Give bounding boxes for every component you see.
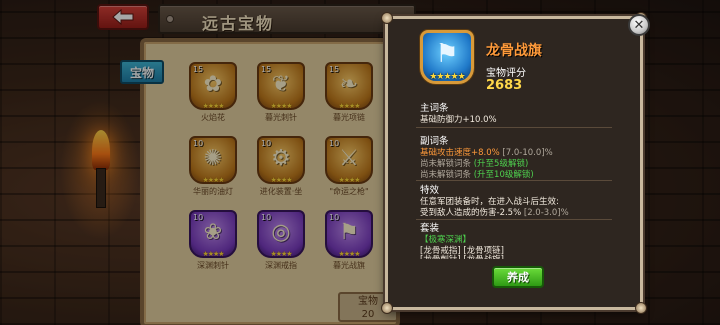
main-attr-heading: 主词条: [420, 103, 449, 114]
corner-rivet-icon: [635, 302, 647, 314]
effect-heading: 特效: [420, 185, 440, 196]
set-pieces-2: [龙骨刺针] [龙骨战旗]: [420, 253, 504, 259]
divider: [416, 219, 612, 220]
divider: [416, 127, 612, 128]
set-heading: 套装: [420, 223, 440, 234]
locked-attr-label: 尚未解锁词条: [420, 170, 472, 180]
corner-rivet-icon: [381, 302, 393, 314]
close-button[interactable]: ✕: [628, 14, 650, 36]
detail-star-rating: ★★★★★: [429, 72, 465, 82]
divider: [416, 180, 612, 181]
corner-rivet-icon: [381, 12, 393, 24]
effect-range: [2.0-3.0]%: [523, 208, 569, 218]
treasure-name: 龙骨战旗: [486, 43, 542, 59]
sub-attr-heading: 副词条: [420, 136, 449, 147]
effect-line-2: 受到敌人造成的伤害-2.5%: [420, 208, 522, 218]
banner-glyph-icon: ⚑: [435, 39, 459, 69]
upgrade-button[interactable]: 养成: [492, 266, 544, 288]
locked-attr-row-2: 尚未解锁词条 (升至10级解锁): [420, 168, 534, 180]
score-value: 2683: [486, 78, 523, 93]
score-label: 宝物评分: [486, 68, 526, 79]
locked-attr-hint: (升至10级解锁): [473, 170, 534, 180]
effect-line-2-row: 受到敌人造成的伤害-2.5% [2.0-3.0]%: [420, 206, 569, 218]
main-attr-value: 基础防御力+10.0%: [420, 115, 497, 125]
